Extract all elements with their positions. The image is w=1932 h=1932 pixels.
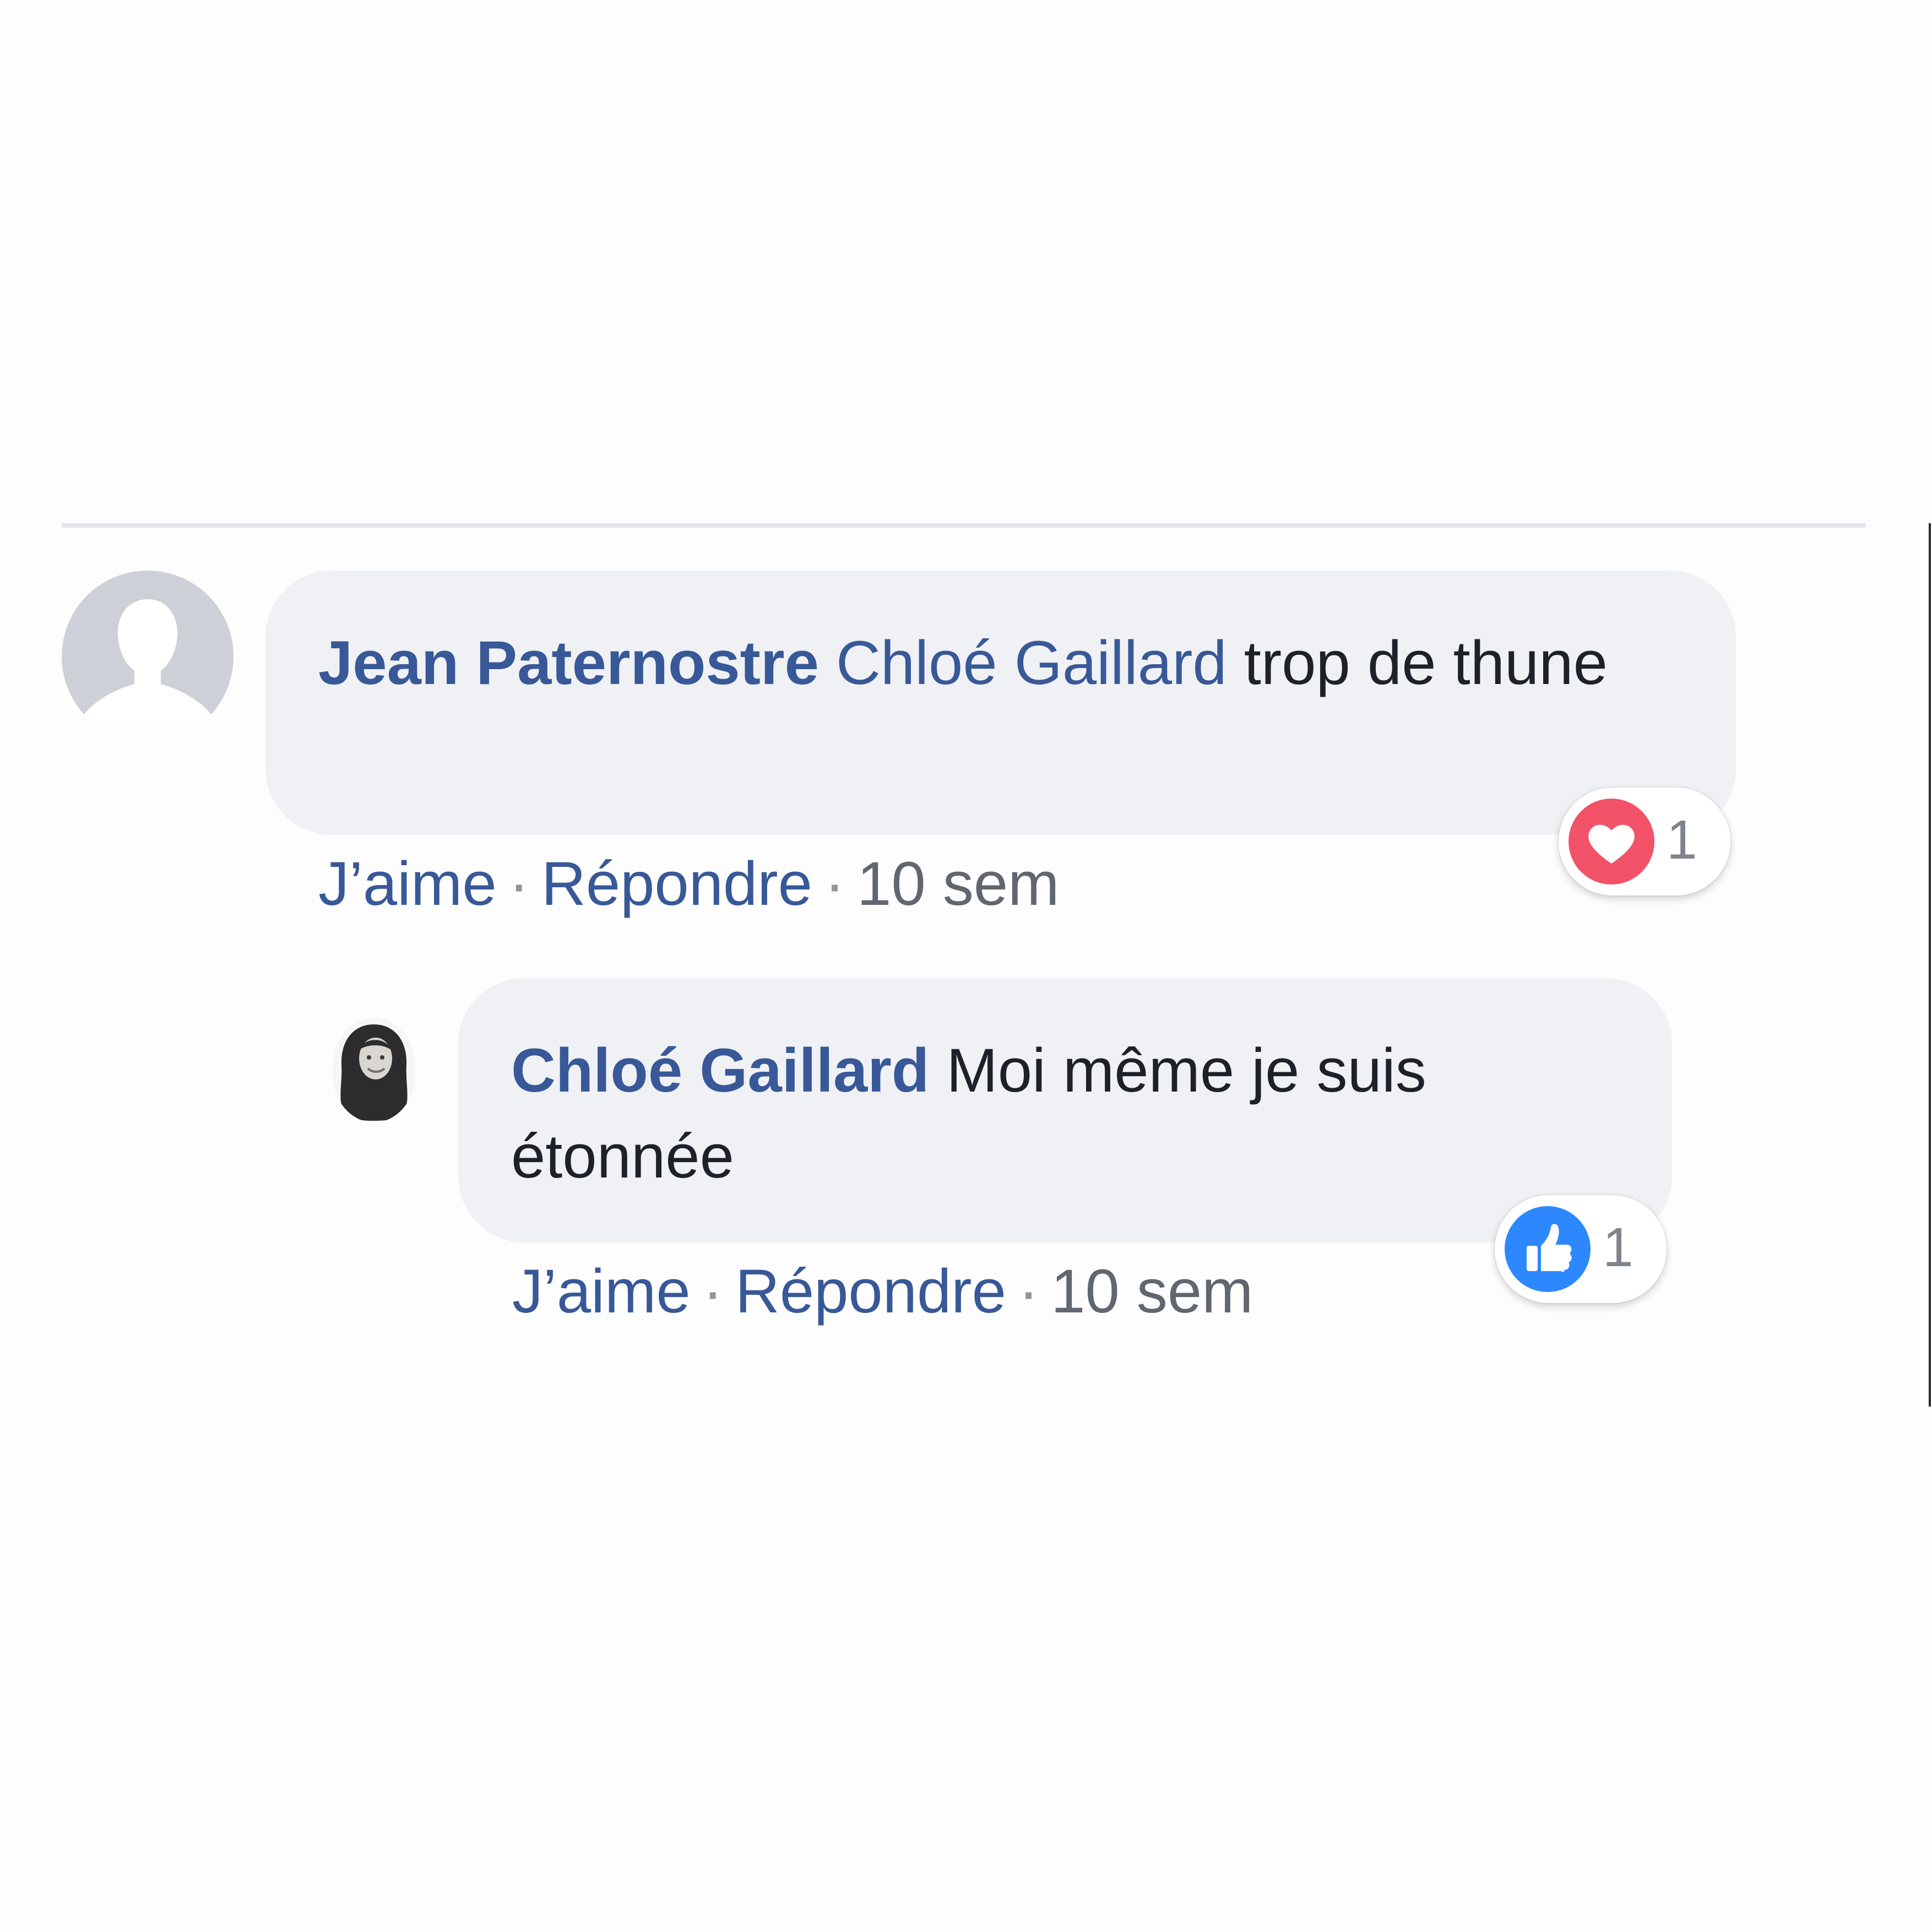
- reply-bubble: Chloé Gaillard Moi même je suis étonnée: [458, 978, 1672, 1242]
- scroll-edge: [1929, 523, 1931, 1407]
- reply-reaction-count: 1: [1603, 1217, 1633, 1278]
- comment-text: trop de thune: [1227, 628, 1608, 697]
- comment-actions: J’aime · Répondre · 10 sem: [318, 848, 1059, 920]
- reply-like-link[interactable]: J’aime: [512, 1257, 691, 1326]
- reply-timestamp[interactable]: 10 sem: [1051, 1257, 1253, 1326]
- comment-mention-link[interactable]: Chloé Gaillard: [836, 628, 1227, 697]
- top-divider: [62, 523, 1866, 528]
- reply-avatar[interactable]: [333, 1018, 415, 1122]
- comment-bubble: Jean Paternostre Chloé Gaillard trop de …: [265, 571, 1736, 835]
- comment-reactions[interactable]: 1: [1559, 788, 1730, 896]
- reply-author-link[interactable]: Chloé Gaillard: [511, 1036, 929, 1105]
- user-photo-icon: [333, 1018, 415, 1122]
- separator-dot: ·: [1018, 1257, 1039, 1326]
- reply-actions: J’aime · Répondre · 10 sem: [512, 1256, 1253, 1327]
- separator-dot: ·: [824, 849, 845, 918]
- separator-dot: ·: [508, 849, 529, 918]
- thumbs-up-icon: [1505, 1206, 1591, 1292]
- comment-reply-link[interactable]: Répondre: [541, 849, 812, 918]
- reply-reply-link[interactable]: Répondre: [735, 1257, 1006, 1326]
- comment-like-link[interactable]: J’aime: [318, 849, 497, 918]
- heart-icon: [1569, 799, 1654, 884]
- avatar-default-profile[interactable]: [62, 571, 234, 742]
- reply-reactions[interactable]: 1: [1495, 1195, 1667, 1303]
- comment-author-link[interactable]: Jean Paternostre: [318, 628, 819, 697]
- comment-timestamp[interactable]: 10 sem: [857, 849, 1059, 918]
- comment-reaction-count: 1: [1667, 809, 1697, 871]
- default-profile-silhouette-icon: [62, 571, 234, 742]
- separator-dot: ·: [702, 1257, 723, 1326]
